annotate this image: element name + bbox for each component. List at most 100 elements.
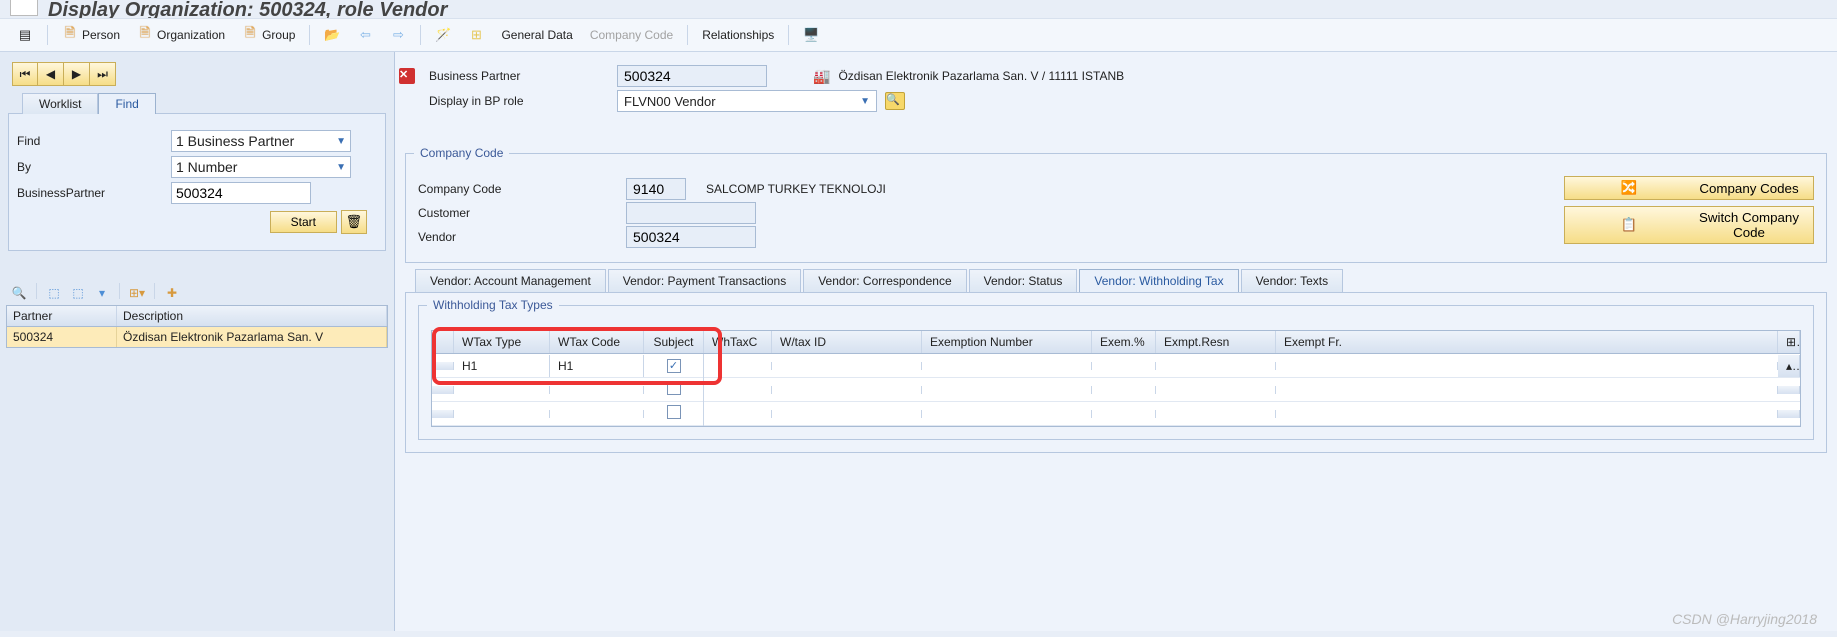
person-button[interactable]: 🗎Person bbox=[55, 23, 127, 47]
tab-label: Vendor: Status bbox=[984, 274, 1063, 288]
col-select[interactable] bbox=[432, 331, 454, 353]
col-partner[interactable]: Partner bbox=[7, 306, 117, 326]
tab-label: Vendor: Payment Transactions bbox=[623, 274, 786, 288]
col-whtaxc[interactable]: WhTaxC bbox=[704, 331, 772, 353]
tab-status[interactable]: Vendor: Status bbox=[969, 269, 1078, 292]
by-value: 1 Number bbox=[176, 159, 237, 175]
watermark: CSDN @Harryjing2018 bbox=[1672, 611, 1817, 627]
sort-desc-icon[interactable]: ⬚ bbox=[67, 283, 89, 303]
hierarchy-icon[interactable]: ⊞ bbox=[461, 23, 491, 47]
cell-wtax-code: H1 bbox=[550, 355, 644, 377]
company-codes-button[interactable]: 🔀 Company Codes bbox=[1564, 176, 1814, 200]
relationships-button[interactable]: Relationships bbox=[695, 24, 781, 46]
tab-correspondence[interactable]: Vendor: Correspondence bbox=[803, 269, 966, 292]
open-icon[interactable]: 📂 bbox=[317, 23, 347, 47]
tab-withholding-tax[interactable]: Vendor: Withholding Tax bbox=[1079, 269, 1238, 292]
wt-row[interactable]: H1H1✓▴ bbox=[432, 354, 1800, 378]
details-icon[interactable]: 🔍 bbox=[8, 283, 30, 303]
partner-row[interactable]: 500324 Özdisan Elektronik Pazarlama San.… bbox=[7, 327, 387, 347]
nav-prev-icon[interactable]: ◀ bbox=[38, 62, 64, 86]
checkbox-icon[interactable] bbox=[667, 381, 681, 395]
company-code-group: Company Code Company Code SALCOMP TURKEY… bbox=[405, 153, 1827, 263]
forward-icon[interactable]: ⇨ bbox=[383, 23, 413, 47]
group-button[interactable]: 🗎Group bbox=[235, 23, 302, 47]
tab-payment[interactable]: Vendor: Payment Transactions bbox=[608, 269, 801, 292]
col-subject[interactable]: Subject bbox=[644, 331, 704, 353]
switch-cc-button[interactable]: 📋 Switch Company Code bbox=[1564, 206, 1814, 244]
col-exemption-number[interactable]: Exemption Number bbox=[922, 331, 1092, 353]
cell-wtax-id bbox=[772, 410, 922, 418]
organization-button[interactable]: 🗎Organization bbox=[130, 23, 232, 47]
separator bbox=[119, 283, 120, 299]
check-icon[interactable]: 🪄 bbox=[428, 23, 458, 47]
role-dropdown[interactable]: FLVN00 Vendor ▼ bbox=[617, 90, 877, 112]
cell-whtaxc bbox=[704, 362, 772, 370]
col-exmpt-resn[interactable]: Exmpt.Resn bbox=[1156, 331, 1276, 353]
layout-icon[interactable]: ⊞▾ bbox=[126, 283, 148, 303]
cc-text: SALCOMP TURKEY TEKNOLOJI bbox=[706, 182, 886, 196]
nav-next-icon[interactable]: ▶ bbox=[64, 62, 90, 86]
role-search-icon[interactable]: 🔍 bbox=[885, 92, 905, 110]
person-label: Person bbox=[82, 28, 120, 42]
separator bbox=[36, 283, 37, 299]
find-panel: Find 1 Business Partner▼ By 1 Number▼ Bu… bbox=[8, 113, 386, 251]
swap-icon: 🔀 bbox=[1575, 180, 1683, 196]
sort-asc-icon[interactable]: ⬚ bbox=[43, 283, 65, 303]
wt-row[interactable] bbox=[432, 378, 1800, 402]
right-pane: ✕ Business Partner 🏭 Özdisan Elektronik … bbox=[395, 52, 1837, 631]
cell-exmpt-resn bbox=[1156, 362, 1276, 370]
wt-table: WTax Type WTax Code Subject WhTaxC W/tax… bbox=[431, 330, 1801, 427]
vendor-tabs: Vendor: Account Management Vendor: Payme… bbox=[415, 269, 1837, 292]
scroll-icon[interactable] bbox=[1778, 386, 1800, 394]
wt-row[interactable] bbox=[432, 402, 1800, 426]
back-icon[interactable]: ⇦ bbox=[350, 23, 380, 47]
start-button[interactable]: Start bbox=[270, 211, 337, 233]
tab-texts[interactable]: Vendor: Texts bbox=[1241, 269, 1344, 292]
cell-subject[interactable]: ✓ bbox=[644, 354, 704, 377]
col-exem-pct[interactable]: Exem.% bbox=[1092, 331, 1156, 353]
col-description[interactable]: Description bbox=[117, 306, 387, 326]
cell-subject[interactable] bbox=[644, 401, 704, 426]
customer-value bbox=[626, 202, 756, 224]
main-toolbar: ▤ 🗎Person 🗎Organization 🗎Group 📂 ⇦ ⇨ 🪄 ⊞… bbox=[0, 18, 1837, 52]
tab-find[interactable]: Find bbox=[98, 93, 155, 114]
config-icon[interactable]: ⊞ bbox=[1778, 331, 1800, 353]
find-dropdown[interactable]: 1 Business Partner▼ bbox=[171, 130, 351, 152]
tab-account-mgmt[interactable]: Vendor: Account Management bbox=[415, 269, 606, 292]
cell-subject[interactable] bbox=[644, 377, 704, 402]
menu-icon[interactable]: ▤ bbox=[10, 23, 40, 47]
partner-cell: 500324 bbox=[7, 327, 117, 347]
general-data-button[interactable]: General Data bbox=[494, 24, 579, 46]
add-icon[interactable]: ✚ bbox=[161, 283, 183, 303]
cell-wtax-code bbox=[550, 410, 644, 418]
chevron-down-icon: ▼ bbox=[336, 162, 346, 173]
services-icon[interactable]: 🖥️ bbox=[796, 23, 826, 47]
nav-last-icon[interactable]: ⏭ bbox=[90, 62, 116, 86]
close-icon[interactable]: ✕ bbox=[399, 68, 415, 84]
bp-label: BusinessPartner bbox=[17, 186, 167, 200]
row-select[interactable] bbox=[432, 410, 454, 418]
delete-button[interactable]: 🗑 bbox=[341, 210, 367, 234]
col-wtax-code[interactable]: WTax Code bbox=[550, 331, 644, 353]
tab-worklist-label: Worklist bbox=[39, 97, 81, 111]
col-wtax-id[interactable]: W/tax ID bbox=[772, 331, 922, 353]
wt-group-title: Withholding Tax Types bbox=[427, 298, 559, 312]
cell-exem-pct bbox=[1092, 410, 1156, 418]
row-select[interactable] bbox=[432, 386, 454, 394]
chevron-down-icon: ▼ bbox=[336, 136, 346, 147]
bp-input[interactable] bbox=[171, 182, 311, 204]
company-code-button[interactable]: Company Code bbox=[583, 24, 680, 46]
col-exempt-fr[interactable]: Exempt Fr. bbox=[1276, 331, 1778, 353]
vendor-label: Vendor bbox=[418, 230, 618, 244]
filter-icon[interactable]: ▾ bbox=[91, 283, 113, 303]
scroll-icon[interactable] bbox=[1778, 410, 1800, 418]
nav-first-icon[interactable]: ⏮ bbox=[12, 62, 38, 86]
tab-worklist[interactable]: Worklist bbox=[22, 93, 98, 114]
by-dropdown[interactable]: 1 Number ▼ bbox=[171, 156, 351, 178]
scroll-icon[interactable]: ▴ bbox=[1778, 355, 1800, 377]
cell-wtax-id bbox=[772, 362, 922, 370]
checkbox-icon[interactable] bbox=[667, 405, 681, 419]
checkbox-icon[interactable]: ✓ bbox=[667, 359, 681, 373]
col-wtax-type[interactable]: WTax Type bbox=[454, 331, 550, 353]
row-select[interactable] bbox=[432, 362, 454, 370]
